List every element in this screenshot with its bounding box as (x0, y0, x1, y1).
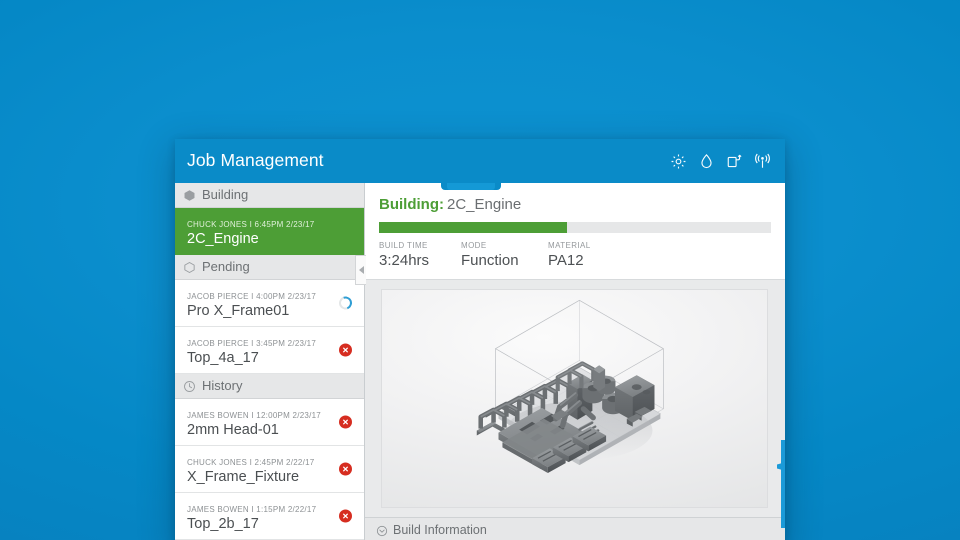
build-information-bar[interactable]: Build Information (365, 517, 785, 540)
job-meta: JACOB PIERCE I 4:00PM 2/23/17 (187, 291, 317, 301)
3d-build-chamber-preview[interactable] (381, 289, 768, 508)
error-x-icon[interactable] (339, 509, 352, 523)
build-information-label: Build Information (393, 523, 487, 538)
job-meta: JAMES BOWEN I 1:15PM 2/22/17 (187, 504, 317, 514)
job-name: Top_4a_17 (187, 349, 259, 366)
cube-outline-icon (183, 261, 196, 274)
window-body: Building CHUCK JONES I 6:45PM 2/23/17 2C… (175, 175, 785, 540)
job-status[interactable] (339, 343, 352, 357)
build-header: Building: 2C_Engine BUILD TIME 3:24hrs MO… (365, 183, 785, 280)
job-name: Top_2b_17 (187, 515, 259, 532)
job-meta: JACOB PIERCE I 3:45PM 2/23/17 (187, 338, 317, 348)
job-list-item-history-1[interactable]: CHUCK JONES I 2:45PM 2/22/17 X_Frame_Fix… (175, 446, 364, 493)
chevron-circle-icon (376, 525, 388, 537)
loading-spinner-icon (336, 294, 355, 312)
job-list-item-building-0[interactable]: CHUCK JONES I 6:45PM 2/23/17 2C_Engine (175, 208, 364, 255)
job-management-window: Job Management Building CHUCK JONES I 6:… (175, 139, 785, 540)
3d-model-render (476, 299, 665, 474)
viewer-container (365, 280, 785, 528)
job-status[interactable] (339, 415, 352, 429)
section-header-pending[interactable]: Pending (175, 255, 364, 280)
stat-material: MATERIAL PA12 (548, 242, 601, 269)
job-name: Pro X_Frame01 (187, 302, 290, 319)
job-list-item-pending-1[interactable]: JACOB PIERCE I 3:45PM 2/23/17 Top_4a_17 (175, 327, 364, 374)
job-meta: CHUCK JONES I 6:45PM 2/23/17 (187, 219, 315, 229)
material-cartridge-icon[interactable] (726, 153, 743, 170)
job-list-item-pending-0[interactable]: JACOB PIERCE I 4:00PM 2/23/17 Pro X_Fram… (175, 280, 364, 327)
build-status-label: Building: (379, 196, 444, 213)
panel-tab-handle[interactable] (447, 183, 495, 190)
build-progress-bar (379, 222, 771, 234)
gear-icon[interactable] (670, 153, 687, 170)
job-meta: CHUCK JONES I 2:45PM 2/22/17 (187, 457, 315, 467)
collapse-sidebar-button[interactable] (355, 255, 366, 285)
job-list-item-history-2[interactable]: JAMES BOWEN I 1:15PM 2/22/17 Top_2b_17 (175, 493, 364, 540)
section-label: Pending (202, 259, 250, 274)
error-x-icon[interactable] (339, 343, 352, 357)
stat-build-time: BUILD TIME 3:24hrs (379, 242, 461, 269)
stat-mode: MODE Function (461, 242, 548, 269)
page-title: Job Management (187, 150, 324, 171)
job-name: 2C_Engine (187, 230, 259, 247)
stat-value: Function (461, 252, 519, 270)
droplet-icon[interactable] (698, 153, 715, 170)
stat-label: MATERIAL (548, 241, 591, 251)
section-header-history[interactable]: History (175, 374, 364, 399)
cube-solid-icon (183, 189, 196, 202)
title-bar-icon-group (670, 153, 771, 170)
job-meta: JAMES BOWEN I 12:00PM 2/23/17 (187, 410, 321, 420)
job-list-item-history-0[interactable]: JAMES BOWEN I 12:00PM 2/23/17 2mm Head-0… (175, 399, 364, 446)
build-stats: BUILD TIME 3:24hrs MODE Function MATERIA… (379, 242, 771, 269)
wireless-signal-icon[interactable] (754, 153, 771, 170)
section-label: History (202, 378, 243, 393)
error-x-icon[interactable] (339, 415, 352, 429)
job-name: 2mm Head-01 (187, 421, 279, 438)
chevron-left-icon (358, 266, 364, 274)
build-title: Building: 2C_Engine (379, 196, 771, 213)
viewer-scroll-handle[interactable] (781, 440, 785, 528)
stat-value: PA12 (548, 252, 584, 270)
build-detail-panel: Building: 2C_Engine BUILD TIME 3:24hrs MO… (355, 175, 785, 540)
build-progress-fill (379, 222, 568, 234)
clock-icon (183, 380, 196, 393)
stat-label: BUILD TIME (379, 241, 428, 251)
error-x-icon[interactable] (339, 462, 352, 476)
job-list-sidebar[interactable]: Building CHUCK JONES I 6:45PM 2/23/17 2C… (175, 183, 365, 540)
job-status[interactable] (339, 462, 352, 476)
job-status[interactable] (339, 509, 352, 523)
job-name: X_Frame_Fixture (187, 468, 300, 485)
section-label: Building (202, 187, 249, 202)
build-job-name: 2C_Engine (446, 196, 522, 213)
stat-label: MODE (461, 241, 487, 251)
stat-value: 3:24hrs (379, 252, 430, 270)
job-status (336, 294, 355, 312)
section-header-building[interactable]: Building (175, 183, 364, 208)
